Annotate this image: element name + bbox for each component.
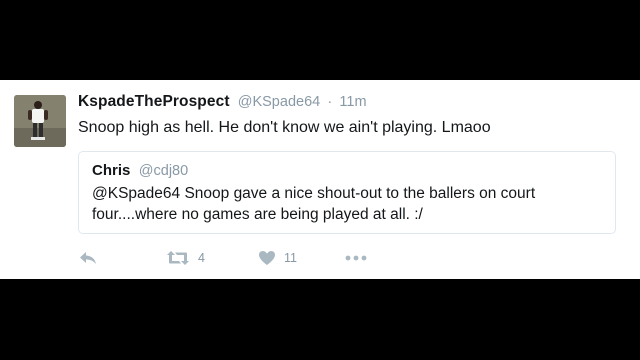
header-separator: · (327, 94, 333, 110)
screen-frame: KspadeTheProspect @KSpade64 · 11m Snoop … (0, 0, 640, 360)
reply-button[interactable] (78, 246, 98, 270)
more-button[interactable] (345, 246, 367, 270)
like-button[interactable]: 11 (258, 246, 297, 270)
quoted-tweet-header: Chris @cdj80 (92, 161, 188, 181)
quoted-tweet-text: @KSpade64 Snoop gave a nice shout-out to… (92, 185, 536, 223)
quoted-author-name: Chris (92, 162, 131, 179)
user-photo-avatar-icon (14, 95, 66, 147)
author-name[interactable]: KspadeTheProspect (78, 93, 230, 110)
heart-icon (259, 251, 275, 265)
tweet-text: Snoop high as hell. He don't know we ain… (78, 119, 491, 136)
tweet-header: KspadeTheProspect @KSpade64 · 11m (78, 92, 367, 112)
like-count: 11 (284, 251, 297, 265)
tweet-actions: 4 11 (78, 246, 398, 270)
author-avatar[interactable] (14, 95, 66, 147)
tweet-timestamp[interactable]: 11m (339, 94, 366, 110)
reply-icon (80, 252, 96, 264)
more-icon (345, 255, 367, 261)
quoted-author-handle: @cdj80 (138, 163, 189, 179)
retweet-count: 4 (198, 251, 205, 265)
retweet-button[interactable]: 4 (166, 246, 205, 270)
quoted-tweet[interactable]: Chris @cdj80 @KSpade64 Snoop gave a nice… (78, 151, 616, 234)
author-handle[interactable]: @KSpade64 (238, 94, 320, 110)
retweet-icon (167, 251, 189, 265)
